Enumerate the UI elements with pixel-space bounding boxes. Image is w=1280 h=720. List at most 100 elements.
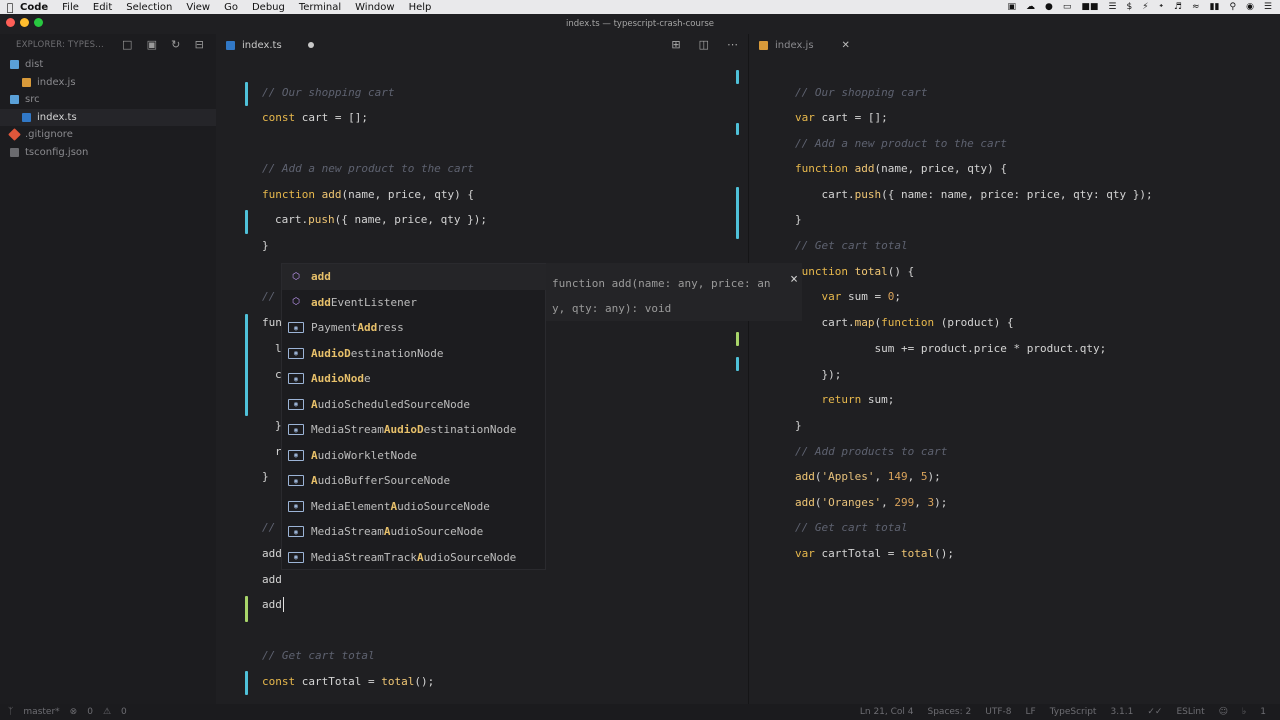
line-ending[interactable]: LF xyxy=(1025,707,1035,717)
apple-icon[interactable]:  xyxy=(0,1,20,14)
battery-icon[interactable]: ▮▮ xyxy=(1210,2,1220,12)
code-line[interactable]: // xyxy=(262,519,275,537)
code-line[interactable]: var cartTotal = total(); xyxy=(795,545,954,563)
code-line[interactable]: } xyxy=(795,417,802,435)
code-line[interactable]: var cart = []; xyxy=(795,109,888,127)
tree-item-tsconfig[interactable]: tsconfig.json xyxy=(0,144,216,162)
camera-icon[interactable]: ▣ xyxy=(1007,2,1016,12)
linter[interactable]: ESLint xyxy=(1176,707,1204,717)
tab-index-ts[interactable]: index.ts xyxy=(216,34,324,56)
suggestion-item[interactable]: ◉ AudioBufferSourceNode xyxy=(282,468,547,494)
code-line[interactable]: // Get cart total xyxy=(795,237,908,255)
minimize-window-button[interactable] xyxy=(20,18,29,27)
dollar-icon[interactable]: $ xyxy=(1126,2,1132,12)
suggestion-item[interactable]: ◉ PaymentAddress xyxy=(282,315,547,341)
code-line[interactable]: function total() { xyxy=(795,263,914,281)
code-line[interactable]: cart.map(function (product) { xyxy=(795,314,1013,332)
code-line[interactable]: fun xyxy=(262,314,282,332)
ts-version[interactable]: 3.1.1 xyxy=(1110,707,1133,717)
suggestion-item[interactable]: ◉ MediaStreamAudioSourceNode xyxy=(282,519,547,545)
code-line[interactable]: // Add a new product to the cart xyxy=(795,135,1007,153)
tab-index-js[interactable]: index.js ✕ xyxy=(749,34,860,56)
menu-edit[interactable]: Edit xyxy=(93,2,112,13)
volume-icon[interactable]: ♬ xyxy=(1174,2,1182,12)
monitor-icon[interactable]: ▭ xyxy=(1063,2,1072,12)
code-line[interactable]: cart.push({ name, price, qty }); xyxy=(275,211,487,229)
code-line[interactable]: // Add products to cart xyxy=(795,443,947,461)
menu-go[interactable]: Go xyxy=(224,2,238,13)
smiley-icon[interactable]: ☺ xyxy=(1219,707,1228,717)
branch-label[interactable]: master* xyxy=(23,707,59,717)
code-line[interactable]: function add(name, price, qty) { xyxy=(262,186,474,204)
menu-app[interactable]: Code xyxy=(20,2,48,13)
encoding[interactable]: UTF-8 xyxy=(985,707,1011,717)
code-line[interactable]: var sum = 0; xyxy=(795,288,901,306)
code-line[interactable]: add('Apples', 149, 5); xyxy=(795,468,941,486)
suggestion-item[interactable]: ◉ MediaElementAudioSourceNode xyxy=(282,494,547,520)
tree-item-gitignore[interactable]: .gitignore xyxy=(0,126,216,144)
suggestion-item[interactable]: ◉ AudioDestinationNode xyxy=(282,341,547,367)
menu-file[interactable]: File xyxy=(62,2,79,13)
suggestion-item[interactable]: ⬡ addEventListener xyxy=(282,290,547,316)
suggestion-item[interactable]: ◉ MediaStreamAudioDestinationNode xyxy=(282,417,547,443)
code-line[interactable]: // Our shopping cart xyxy=(795,84,927,102)
new-file-icon[interactable]: □ xyxy=(122,38,133,51)
refresh-icon[interactable]: ↻ xyxy=(171,38,180,51)
split-editor-icon[interactable]: ◫ xyxy=(699,38,709,51)
menu-window[interactable]: Window xyxy=(355,2,394,13)
code-line[interactable]: // Our shopping cart xyxy=(262,84,394,102)
more-actions-icon[interactable]: ⋯ xyxy=(727,38,738,51)
code-line[interactable]: add xyxy=(262,596,282,614)
code-line[interactable]: function add(name, price, qty) { xyxy=(795,160,1007,178)
list-icon[interactable]: ☰ xyxy=(1264,2,1272,12)
tree-item-index-ts[interactable]: index.ts xyxy=(0,108,216,126)
bluetooth-icon[interactable]: ᛭ xyxy=(1159,2,1164,12)
code-line[interactable]: // Add a new product to the cart xyxy=(262,160,474,178)
unsaved-dot-icon[interactable] xyxy=(307,42,314,48)
code-line[interactable]: sum += product.price * product.qty; xyxy=(795,340,1106,358)
mixer-icon[interactable]: ☰ xyxy=(1108,2,1116,12)
new-folder-icon[interactable]: ▣ xyxy=(147,38,158,51)
avatar-icon[interactable]: ◉ xyxy=(1246,2,1254,12)
tree-item-src[interactable]: src xyxy=(0,91,216,109)
code-line[interactable]: add xyxy=(262,545,282,563)
code-line[interactable]: } xyxy=(262,237,269,255)
code-line[interactable]: } xyxy=(262,468,269,486)
menu-terminal[interactable]: Terminal xyxy=(299,2,341,13)
maximize-window-button[interactable] xyxy=(34,18,43,27)
code-line[interactable]: // Get cart total xyxy=(262,647,375,665)
menu-selection[interactable]: Selection xyxy=(126,2,172,13)
code-line[interactable]: } xyxy=(795,211,802,229)
warning-count[interactable]: 0 xyxy=(121,707,127,717)
cloud-icon[interactable]: ☁ xyxy=(1026,2,1035,12)
code-line[interactable]: return sum; xyxy=(795,391,895,409)
menu-help[interactable]: Help xyxy=(409,2,432,13)
code-line[interactable]: add('Oranges', 299, 3); xyxy=(795,494,947,512)
collapse-icon[interactable]: ⊟ xyxy=(195,38,204,51)
suggestion-item[interactable]: ◉ AudioWorkletNode xyxy=(282,443,547,469)
close-tab-icon[interactable]: ✕ xyxy=(842,40,850,51)
menu-view[interactable]: View xyxy=(186,2,210,13)
cursor-position[interactable]: Ln 21, Col 4 xyxy=(860,707,914,717)
menu-debug[interactable]: Debug xyxy=(252,2,285,13)
record-icon[interactable]: ● xyxy=(1045,2,1053,12)
search-icon[interactable]: ⚲ xyxy=(1229,2,1236,12)
bell-icon[interactable]: ♭ xyxy=(1242,707,1246,717)
language-mode[interactable]: TypeScript xyxy=(1050,707,1097,717)
tree-item-dist[interactable]: dist xyxy=(0,56,216,74)
code-line[interactable]: const cart = []; xyxy=(262,109,368,127)
close-detail-icon[interactable]: × xyxy=(790,267,798,292)
suggestion-item[interactable]: ⬡ add xyxy=(282,264,547,290)
open-changes-icon[interactable]: ⊞ xyxy=(671,38,680,51)
code-line[interactable]: // xyxy=(262,288,275,306)
tree-item-index-js[interactable]: index.js xyxy=(0,74,216,92)
suggestion-item[interactable]: ◉ AudioNode xyxy=(282,366,547,392)
wifi-icon[interactable]: ≈ xyxy=(1192,2,1200,12)
suggestion-item[interactable]: ◉ MediaStreamTrackAudioSourceNode xyxy=(282,545,547,571)
suggestion-item[interactable]: ◉ AudioScheduledSourceNode xyxy=(282,392,547,418)
error-count[interactable]: 0 xyxy=(87,707,93,717)
code-line[interactable]: add xyxy=(262,571,282,589)
bolt-icon[interactable]: ⚡ xyxy=(1142,2,1148,12)
code-line[interactable]: }); xyxy=(795,366,841,384)
close-window-button[interactable] xyxy=(6,18,15,27)
